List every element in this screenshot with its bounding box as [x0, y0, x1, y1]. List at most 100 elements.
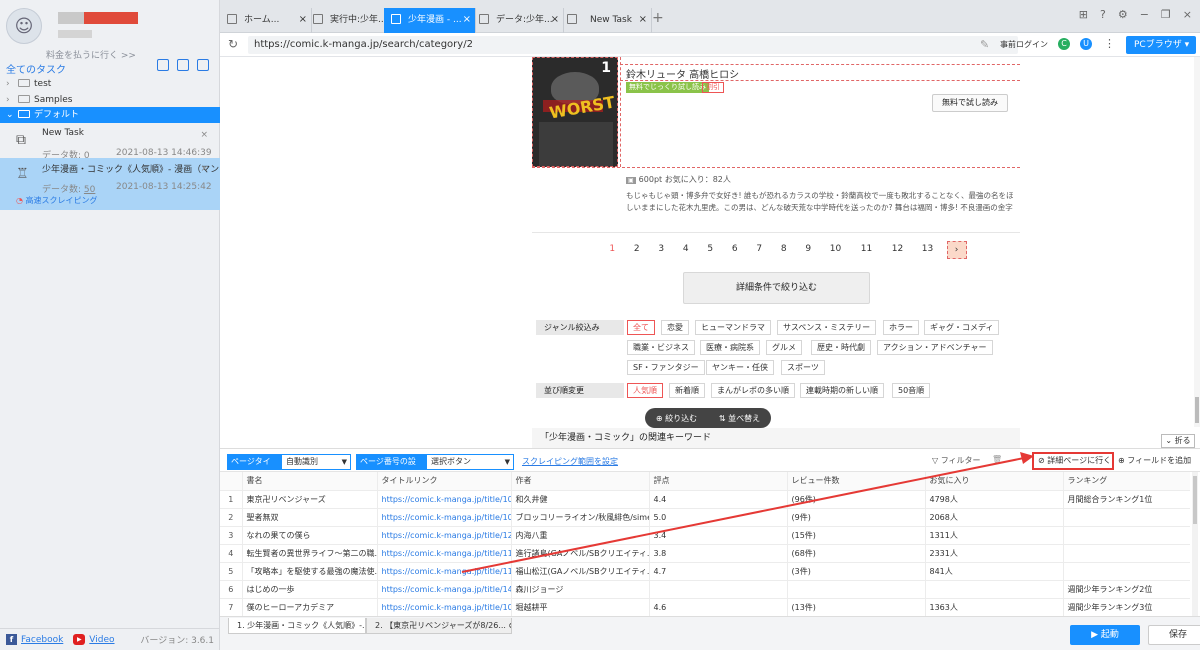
url-input[interactable]: https://comic.k-manga.jp/search/category… — [248, 36, 1018, 54]
table-cell[interactable] — [1063, 526, 1190, 545]
task-count-value[interactable]: 50 — [84, 185, 95, 195]
column-header[interactable] — [220, 472, 243, 491]
genre-chip[interactable]: ギャグ・コメディ — [924, 320, 1000, 335]
reload-icon[interactable]: ↻ — [228, 37, 238, 51]
table-row[interactable]: 5 「攻略本」を駆使する最強の魔法使... https://comic.k-mang… — [220, 562, 1190, 581]
genre-chip[interactable]: ヤンキー・任侠 — [706, 360, 774, 375]
page-link[interactable]: 2 — [625, 241, 650, 259]
page-tab-1[interactable]: 1. 少年漫画・コミック《人気順》-... — [228, 618, 366, 634]
free-trial-button[interactable]: 無料で試し読み — [932, 94, 1008, 112]
table-cell[interactable]: 4.6 — [649, 598, 788, 616]
table-scrollbar[interactable] — [1192, 472, 1198, 616]
table-cell[interactable]: (68件) — [787, 544, 926, 563]
edit-icon[interactable]: ✎ — [980, 38, 989, 51]
page-link[interactable]: 3 — [649, 241, 674, 259]
table-cell[interactable]: なれの果ての僕ら — [242, 526, 378, 545]
table-cell[interactable]: 森川ジョージ — [511, 580, 650, 599]
scrollbar-thumb[interactable] — [1195, 397, 1199, 423]
sort-float-button[interactable]: ⇅ 並べ替え — [708, 413, 771, 424]
table-cell[interactable]: はじめの一歩 — [242, 580, 378, 599]
folder-default[interactable]: ⌄ デフォルト — [0, 107, 220, 123]
table-cell[interactable]: https://comic.k-manga.jp/title/119892... — [377, 562, 512, 581]
table-cell[interactable]: 1363人 — [925, 598, 1064, 616]
sort-chip[interactable]: 人気順 — [627, 383, 663, 398]
table-cell[interactable] — [1063, 562, 1190, 581]
table-cell[interactable]: 841人 — [925, 562, 1064, 581]
pay-link[interactable]: 料金を払うに行く >> — [46, 48, 136, 61]
delete-icon[interactable]: 🗑 — [992, 455, 1002, 464]
table-cell[interactable]: 4798人 — [925, 490, 1064, 509]
page-link[interactable]: 7 — [747, 241, 772, 259]
genre-chip[interactable]: 恋愛 — [661, 320, 689, 335]
table-cell[interactable]: 福山松江(GAノベル/SBクリエイティ... — [511, 562, 650, 581]
table-cell[interactable]: 僕のヒーローアカデミア — [242, 598, 378, 616]
table-cell[interactable]: (3件) — [787, 562, 926, 581]
folder-samples[interactable]: › Samples — [0, 92, 220, 108]
table-cell[interactable]: 週間少年ランキング3位 — [1063, 598, 1190, 616]
table-cell[interactable]: 4.4 — [649, 490, 788, 509]
minimize-icon[interactable]: − — [1140, 8, 1149, 21]
table-cell[interactable]: 4.7 — [649, 562, 788, 581]
avatar[interactable]: ☺ — [6, 8, 42, 44]
page-link[interactable]: 10 — [821, 241, 851, 259]
close-icon[interactable]: × — [463, 8, 471, 32]
close-icon[interactable]: × — [639, 8, 647, 32]
table-row[interactable]: 6はじめの一歩https://comic.k-manga.jp/title/14… — [220, 580, 1190, 599]
table-cell[interactable]: 和久井健 — [511, 490, 650, 509]
page-number-select[interactable]: 選択ボタン ▼ — [426, 454, 514, 470]
new-tab-icon[interactable]: + — [652, 10, 664, 26]
table-cell[interactable]: 内海八重 — [511, 526, 650, 545]
cookie-icon[interactable]: C — [1058, 38, 1070, 50]
page-link[interactable]: 4 — [674, 241, 699, 259]
add-field-button[interactable]: ⊕ フィールドを追加 — [1118, 455, 1191, 466]
table-cell[interactable]: (9件) — [787, 508, 926, 527]
table-cell[interactable]: 月間総合ランキング1位 — [1063, 490, 1190, 509]
help-icon[interactable]: ? — [1100, 8, 1106, 21]
next-page-button[interactable]: › — [946, 241, 967, 259]
column-header[interactable]: お気に入り — [925, 472, 1064, 491]
column-header[interactable]: ランキング — [1063, 472, 1190, 491]
table-row[interactable]: 4 転生賢者の異世界ライフ～第二の職... https://comic.k-mang… — [220, 544, 1190, 563]
table-cell[interactable]: ブロッコリーライオン/秋風緋色/sime — [511, 508, 650, 527]
genre-chip[interactable]: グルメ — [766, 340, 802, 355]
page-link[interactable]: 11 — [851, 241, 883, 259]
table-cell[interactable]: (15件) — [787, 526, 926, 545]
scrape-range-link[interactable]: スクレイピング範囲を設定 — [522, 456, 618, 467]
table-row[interactable]: 1 東京卍リベンジャーズ https://comic.k-manga.jp/titl… — [220, 490, 1190, 509]
table-cell[interactable]: https://comic.k-manga.jp/title/107009... — [377, 508, 512, 527]
more-icon[interactable]: ⋮ — [1104, 37, 1115, 50]
new-folder-icon[interactable] — [177, 59, 189, 71]
table-cell[interactable]: (96件) — [787, 490, 926, 509]
close-window-icon[interactable]: × — [1183, 8, 1192, 21]
page-link[interactable]: 5 — [698, 241, 723, 259]
genre-chip[interactable]: アクション・アドベンチャー — [877, 340, 993, 355]
table-cell[interactable]: (13件) — [787, 598, 926, 616]
filter-button[interactable]: ▽ フィルター — [932, 455, 981, 466]
table-cell[interactable]: 東京卍リベンジャーズ — [242, 490, 378, 509]
gift-icon[interactable]: ⊞ — [1079, 8, 1088, 21]
table-cell[interactable]: 3.8 — [649, 544, 788, 563]
table-cell[interactable] — [1063, 544, 1190, 563]
column-header[interactable]: レビュー件数 — [787, 472, 926, 491]
table-cell[interactable]: https://comic.k-manga.jp/title/105251... — [377, 598, 512, 616]
column-header[interactable]: 書名 — [242, 472, 378, 491]
table-cell[interactable]: 聖者無双 — [242, 508, 378, 527]
book-cover-image[interactable]: WORST 1 — [532, 57, 618, 167]
facebook-link[interactable]: Facebook — [21, 635, 63, 645]
table-cell[interactable]: 転生賢者の異世界ライフ～第二の職... — [242, 544, 378, 563]
close-icon[interactable]: ⊗ — [509, 621, 511, 630]
table-cell[interactable]: https://comic.k-manga.jp/title/119810... — [377, 544, 512, 563]
column-header[interactable]: 作者 — [511, 472, 650, 491]
genre-chip[interactable]: 職業・ビジネス — [627, 340, 695, 355]
genre-chip[interactable]: SF・ファンタジー — [627, 360, 705, 375]
genre-chip[interactable]: サスペンス・ミステリー — [777, 320, 877, 335]
table-cell[interactable]: https://comic.k-manga.jp/title/106840... — [377, 490, 512, 509]
table-cell[interactable]: 2331人 — [925, 544, 1064, 563]
all-tasks-label[interactable]: 全てのタスク — [6, 61, 66, 76]
table-cell[interactable]: 1311人 — [925, 526, 1064, 545]
table-cell[interactable]: https://comic.k-manga.jp/title/125211... — [377, 526, 512, 545]
sort-chip[interactable]: 新着順 — [669, 383, 705, 398]
sort-chip[interactable]: 50音順 — [892, 383, 931, 398]
filter-float-button[interactable]: ⊕ 絞り込む — [645, 413, 708, 424]
web-scrollbar[interactable] — [1194, 57, 1200, 427]
